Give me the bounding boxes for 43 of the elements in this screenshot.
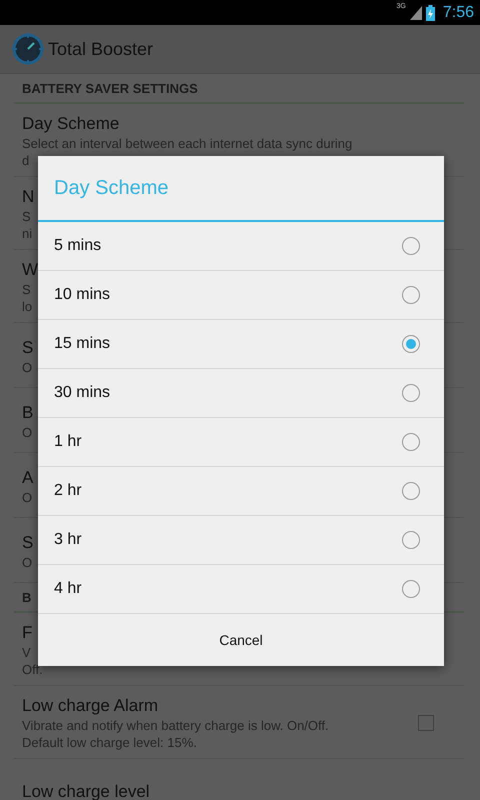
setting-title: S [22, 336, 34, 358]
option-row[interactable]: 30 mins [38, 369, 444, 418]
option-row[interactable]: 3 hr [38, 516, 444, 565]
option-row[interactable]: 4 hr [38, 565, 444, 614]
option-label: 15 mins [54, 335, 110, 353]
app-title: Total Booster [48, 38, 154, 60]
cancel-button[interactable]: Cancel [38, 614, 444, 666]
radio-button[interactable] [402, 286, 420, 304]
setting-title: W [22, 259, 38, 281]
setting-title: Day Scheme [22, 113, 120, 135]
option-label: 4 hr [54, 580, 82, 598]
setting-title: F [22, 622, 32, 644]
setting-title: N [22, 186, 34, 208]
section-header: B [22, 590, 32, 605]
checkbox[interactable] [418, 715, 434, 731]
option-label: 3 hr [54, 531, 82, 549]
option-row[interactable]: 5 mins [38, 222, 444, 271]
option-label: 10 mins [54, 286, 110, 304]
dialog-title: Day Scheme [38, 156, 444, 222]
gauge-icon [12, 33, 44, 65]
radio-button[interactable] [402, 531, 420, 549]
section-header: BATTERY SAVER SETTINGS [22, 81, 198, 96]
setting-title: S [22, 532, 34, 554]
setting-title: A [22, 466, 34, 488]
radio-button[interactable] [402, 433, 420, 451]
setting-title: B [22, 402, 34, 424]
radio-button[interactable] [402, 482, 420, 500]
signal-icon [410, 6, 422, 20]
radio-button[interactable] [402, 335, 420, 353]
option-row[interactable]: 10 mins [38, 271, 444, 320]
option-row[interactable]: 15 mins [38, 320, 444, 369]
radio-button[interactable] [402, 237, 420, 255]
battery-icon [426, 4, 435, 20]
option-row[interactable]: 2 hr [38, 467, 444, 516]
radio-button[interactable] [402, 580, 420, 598]
clock: 7:56 [442, 4, 474, 22]
option-label: 5 mins [54, 237, 102, 255]
option-label: 2 hr [54, 482, 82, 500]
option-label: 1 hr [54, 433, 82, 451]
option-row[interactable]: 1 hr [38, 418, 444, 467]
setting-title: Low charge Alarm [22, 695, 158, 717]
radio-button[interactable] [402, 384, 420, 402]
option-label: 30 mins [54, 384, 110, 402]
